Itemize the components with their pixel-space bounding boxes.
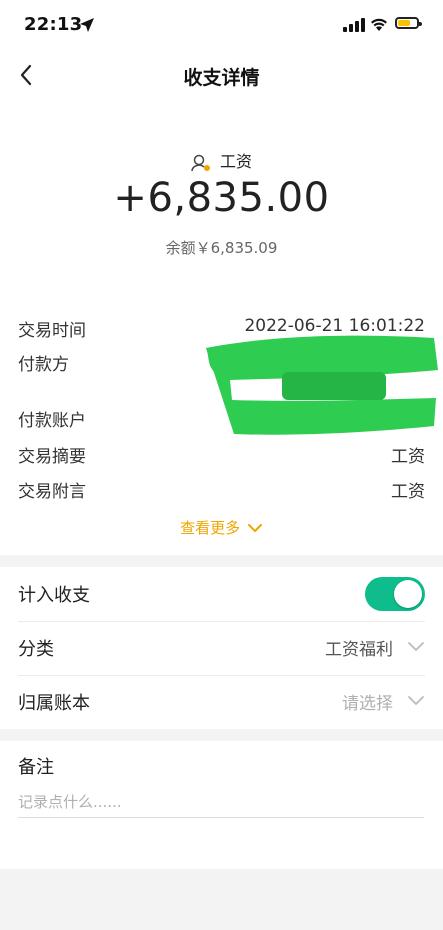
- remark-section: 备注: [0, 741, 443, 869]
- detail-value-note: 工资: [391, 482, 425, 502]
- battery-icon: [395, 17, 422, 29]
- screen: 22:13 收支详情 工资 +6,835.00 余额￥6,835.09 交易时间…: [0, 0, 443, 930]
- status-time: 22:13: [24, 14, 83, 35]
- chevron-down-icon: [408, 642, 424, 651]
- detail-row-account: 付款账户: [18, 406, 425, 436]
- location-arrow-icon: [80, 18, 94, 32]
- detail-row-note: 交易附言 工资: [18, 477, 425, 507]
- chevron-down-icon: [408, 696, 424, 705]
- nav-bar: 收支详情: [0, 50, 443, 100]
- person-icon: [191, 154, 210, 171]
- include-in-stats-toggle[interactable]: [365, 577, 425, 611]
- remark-title: 备注: [18, 757, 54, 778]
- view-more-link[interactable]: 查看更多: [0, 517, 443, 538]
- cellular-signal-icon: [343, 18, 365, 32]
- category-row-label: 分类: [18, 639, 54, 660]
- detail-label-summary: 交易摘要: [18, 447, 86, 467]
- detail-row-time: 交易时间 2022-06-21 16:01:22: [18, 316, 425, 346]
- detail-label-account: 付款账户: [18, 411, 86, 431]
- transaction-amount: +6,835.00: [113, 175, 330, 221]
- include-in-stats-label: 计入收支: [18, 585, 90, 606]
- detail-value-time: 2022-06-21 16:01:22: [244, 316, 425, 336]
- balance-text: 余额￥6,835.09: [165, 239, 278, 257]
- account-book-label: 归属账本: [18, 693, 90, 714]
- detail-value-summary: 工资: [391, 447, 425, 467]
- toggle-knob: [394, 580, 422, 608]
- account-book-row[interactable]: 归属账本 请选择: [18, 675, 425, 729]
- chevron-down-icon: [247, 524, 262, 532]
- view-more-label: 查看更多: [180, 519, 241, 537]
- remark-input[interactable]: [18, 787, 424, 818]
- category-row[interactable]: 分类 工资福利: [18, 621, 425, 676]
- wifi-icon: [371, 18, 387, 31]
- detail-row-payer: 付款方: [18, 350, 425, 380]
- detail-label-time: 交易时间: [18, 321, 86, 341]
- battery-level: [398, 20, 410, 26]
- detail-label-note: 交易附言: [18, 482, 86, 502]
- include-in-stats-row: 计入收支: [18, 567, 425, 622]
- account-book-value: 请选择: [342, 694, 393, 714]
- detail-label-payer: 付款方: [18, 355, 69, 375]
- detail-row-summary: 交易摘要 工资: [18, 442, 425, 472]
- settings-group: 计入收支 分类 工资福利 归属账本 请选择: [0, 567, 443, 729]
- category-label: 工资: [220, 152, 253, 171]
- status-bar: 22:13: [0, 0, 443, 50]
- transaction-summary: 工资 +6,835.00 余额￥6,835.09 交易时间 2022-06-21…: [0, 100, 443, 555]
- category-row-value: 工资福利: [325, 640, 393, 660]
- category-header: 工资: [0, 148, 443, 172]
- page-title: 收支详情: [183, 67, 260, 89]
